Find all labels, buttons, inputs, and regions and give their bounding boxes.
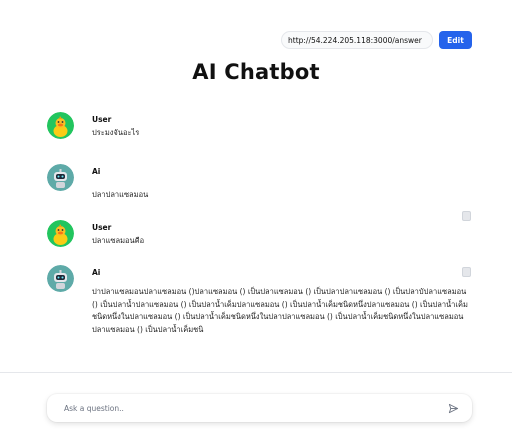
composer [47, 394, 472, 422]
message-sender: User [92, 115, 112, 124]
robot-avatar-icon [47, 164, 74, 191]
chat-messages: User ประมงจันอะไร Ai ปลาปลาแซลมอน User ป… [47, 112, 473, 336]
message-sender: User [92, 223, 112, 232]
message-sender: Ai [92, 268, 101, 277]
message-user: User ปลาแซลมอนคือ [47, 220, 473, 265]
page-title: AI Chatbot [192, 60, 320, 84]
message-text: ปลาแซลมอนคือ [92, 236, 145, 245]
send-icon[interactable] [446, 401, 460, 415]
edit-button[interactable]: Edit [439, 31, 472, 49]
duck-avatar-icon [47, 220, 74, 247]
api-url-bar: Edit [281, 31, 472, 49]
robot-avatar-icon [47, 265, 74, 292]
copy-icon[interactable] [462, 267, 471, 277]
duck-avatar-icon [47, 112, 74, 139]
message-sender: Ai [92, 167, 101, 176]
message-text: ปลาปลาแซลมอน [92, 190, 149, 199]
message-user: User ประมงจันอะไร [47, 112, 473, 164]
message-text: ปาปลาแซลมอนปลาแซลมอน ()ปลาแซลมอน () เป็น… [92, 287, 468, 334]
message-ai: Ai ปาปลาแซลมอนปลาแซลมอน ()ปลาแซลมอน () เ… [47, 265, 473, 336]
composer-divider [0, 372, 512, 373]
message-text: ประมงจันอะไร [92, 128, 140, 137]
question-input[interactable] [64, 403, 446, 413]
message-ai: Ai ปลาปลาแซลมอน [47, 164, 473, 221]
api-url-input[interactable] [281, 31, 433, 49]
